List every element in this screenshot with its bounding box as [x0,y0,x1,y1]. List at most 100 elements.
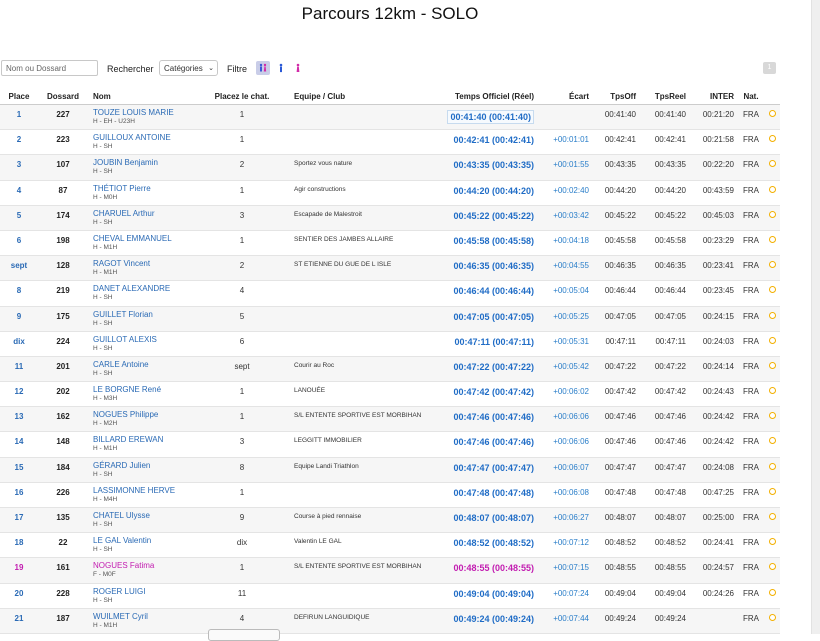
details-icon[interactable] [768,210,776,218]
pagination-page[interactable]: 1 [763,62,776,74]
details-icon[interactable] [768,286,776,294]
table-row[interactable]: 9 175 GUILLET Florian H - SH 5 00:47:05 (00:4… [0,306,780,332]
details-icon[interactable] [768,513,776,520]
col-tpsreel[interactable]: TpsReel [640,88,690,105]
table-row[interactable]: 15 184 GÉRARD Julien H - SH 8 Equipe Landi Tr… [0,457,780,483]
table-row[interactable]: 11 201 CARLE Antoine H - SH sept Courir au Ro… [0,356,780,382]
details-icon[interactable] [768,538,776,546]
details-icon[interactable] [768,160,776,168]
nationality-cell: FRA [743,311,759,321]
table-row[interactable]: 18 22 LE GAL Valentin H - SH dix Valentin LE … [0,533,780,558]
table-row[interactable]: 12 202 LE BORGNE René H - M3H 1 LANOUÉE 00:47:… [0,382,780,407]
detail-cell [764,331,780,356]
table-row[interactable]: 5 174 CHARUEL Arthur H - SH 3 Escapade de Mal… [0,205,780,231]
category-place-cell: 4 [239,286,245,296]
runner-name-link[interactable]: CHATEL Ulysse [93,511,198,520]
detail-cell [764,407,780,432]
col-ecart[interactable]: Écart [536,88,592,105]
nationality-cell: FRA [743,387,759,397]
runner-name-link[interactable]: GUILLOUX ANTOINE [93,133,198,142]
col-dossard[interactable]: Dossard [38,88,88,105]
scrollbar[interactable] [811,0,820,634]
runner-category: H - SH [93,596,113,604]
name-cell: GUILLOUX ANTOINE H - SH [88,130,198,155]
runner-name-link[interactable]: LE BORGNE René [93,385,198,394]
details-icon[interactable] [768,487,776,495]
categories-select[interactable]: Catégories ⌄ [159,60,218,76]
table-row[interactable]: dix 224 GUILLOT ALEXIS H - SH 6 00:47:11 (00:… [0,331,780,357]
details-icon[interactable] [768,361,776,369]
table-row[interactable]: 17 135 CHATEL Ulysse H - SH 9 Course à pied r… [0,507,780,533]
runner-name-link[interactable]: LASSIMONNE HERVE [93,486,198,495]
search-button[interactable]: Rechercher [107,64,154,74]
table-row[interactable]: sept 128 RAGOT Vincent H - M1H 2 ST ETIENNE D… [0,255,780,281]
table-row[interactable]: 16 226 LASSIMONNE HERVE H - M4H 1 00:47:48 (0… [0,482,780,508]
male-icon[interactable] [274,61,288,75]
details-icon[interactable] [768,412,776,420]
search-input[interactable] [1,60,98,76]
runner-name-link[interactable]: RAGOT Vincent [93,259,198,268]
details-icon[interactable] [768,185,776,193]
table-row[interactable]: 8 219 DANET ALEXANDRE H - SH 4 00:46:44 (00:4… [0,281,780,306]
inter-cell: 00:24:08 [702,462,734,472]
col-inter[interactable]: INTER [690,88,738,105]
runner-name-link[interactable]: LE GAL Valentin [93,536,198,545]
runner-name-link[interactable]: GUILLET Florian [93,310,198,319]
details-icon[interactable] [768,135,776,143]
runner-name-link[interactable]: CHARUEL Arthur [93,209,198,218]
category-place-cell: 1 [239,110,245,119]
table-row[interactable]: 6 198 CHEVAL EMMANUEL H - M1H 1 SENTIER DES J… [0,230,780,256]
tpsoff-cell: 00:45:58 [604,235,636,245]
details-icon[interactable] [768,311,776,319]
runner-name-link[interactable]: ROGER LUIGI [93,587,198,596]
runner-name-link[interactable]: CARLE Antoine [93,360,198,369]
table-row[interactable]: 2 223 GUILLOUX ANTOINE H - SH 1 00:42:41 (00:… [0,130,780,155]
table-row[interactable]: 21 187 WUILMET Cyril H - M1H 4 DEFIRUN LANGUI… [0,608,780,634]
details-icon[interactable] [768,261,776,269]
time-cell: 00:47:11 (00:47:11) [436,331,536,356]
runner-name-link[interactable]: CHEVAL EMMANUEL [93,234,198,243]
all-gender-icon[interactable] [256,61,270,75]
runner-name-link[interactable]: BILLARD EREWAN [93,435,198,444]
table-row[interactable]: 14 148 BILLARD EREWAN H - M1H 3 LEGGITT IMMOB… [0,432,780,458]
club-cell [286,306,436,331]
runner-name-link[interactable]: TOUZE LOUIS MARIE [93,108,198,117]
col-temps[interactable]: Temps Officiel (Réel) [436,88,536,105]
table-row[interactable]: 20 228 ROGER LUIGI H - SH 11 00:49:04 (00:49:… [0,583,780,609]
table-row[interactable]: 3 107 JOUBIN Benjamin H - SH 2 Sportez vous n… [0,154,780,181]
details-icon[interactable] [768,387,776,395]
runner-name-link[interactable]: NOGUES Fatima [93,561,198,570]
runner-name-link[interactable]: DANET ALEXANDRE [93,284,198,293]
table-row[interactable]: 1 227 TOUZE LOUIS MARIE H - EH - U23H 1 00:41… [0,104,780,130]
details-icon[interactable] [768,462,776,470]
female-icon[interactable] [291,61,305,75]
floating-button[interactable] [208,629,280,641]
runner-name-link[interactable]: WUILMET Cyril [93,612,198,621]
runner-name-link[interactable]: NOGUES Philippe [93,410,198,419]
col-nat[interactable]: Nat. [738,88,764,105]
table-row[interactable]: 4 87 THÉTIOT Pierre H - M0H 1 Agir constructi… [0,180,780,206]
details-icon[interactable] [768,336,776,344]
details-icon[interactable] [768,437,776,445]
runner-name-link[interactable]: GÉRARD Julien [93,461,198,470]
col-tpsoff[interactable]: TpsOff [592,88,640,105]
col-club[interactable]: Equipe / Club [286,88,436,105]
details-icon[interactable] [768,613,776,621]
details-icon[interactable] [768,563,776,571]
col-nom[interactable]: Nom [88,88,198,105]
details-icon[interactable] [768,235,776,243]
name-cell: GUILLOT ALEXIS H - SH [88,331,198,356]
runner-name-link[interactable]: GUILLOT ALEXIS [93,335,198,344]
col-place-cat[interactable]: Placez le chat. [198,88,286,105]
place-cell: 18 [14,538,24,548]
details-icon[interactable] [768,110,776,117]
table-row[interactable]: 13 162 NOGUES Philippe H - M2H 1 S/L ENTENTE … [0,406,780,432]
gap-cell: +00:06:08 [553,487,589,497]
table-row[interactable]: 19 161 NOGUES Fatima F - M0F 1 S/L ENTENTE SP… [0,557,780,584]
runner-name-link[interactable]: THÉTIOT Pierre [93,184,198,193]
name-cell: THÉTIOT Pierre H - M0H [88,180,198,205]
runner-name-link[interactable]: JOUBIN Benjamin [93,158,198,167]
details-icon[interactable] [768,588,776,596]
col-place[interactable]: Place [0,88,38,105]
detail-cell [764,130,780,155]
